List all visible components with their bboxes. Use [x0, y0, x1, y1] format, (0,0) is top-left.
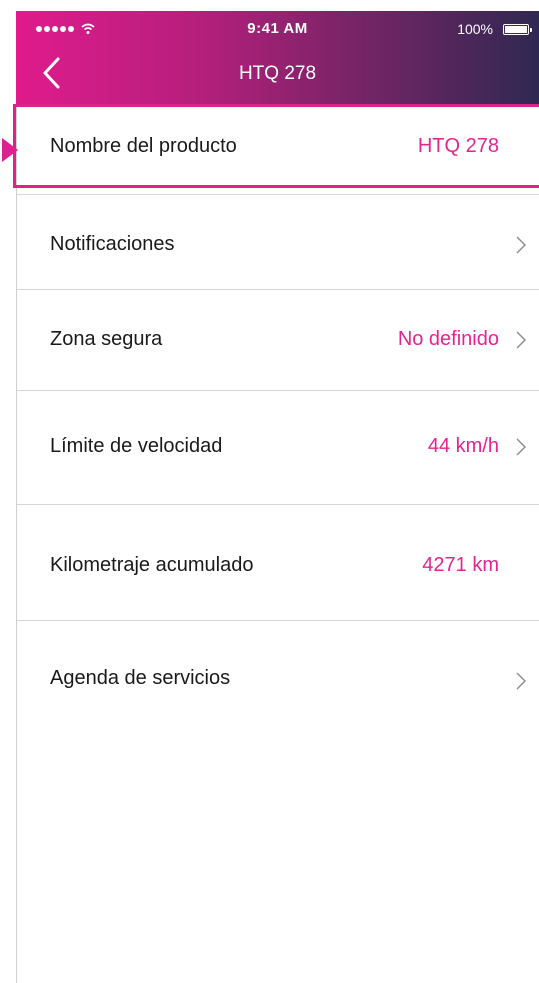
setting-row-speed-limit[interactable]: Límite de velocidad 44 km/h [17, 391, 539, 505]
setting-row-mileage: Kilometraje acumulado 4271 km [17, 505, 539, 621]
selection-pointer-icon [2, 138, 18, 162]
battery-icon [503, 24, 532, 35]
chevron-right-icon [516, 438, 526, 456]
nav-header: 9:41 AM 100% HTQ 278 [16, 11, 539, 105]
status-bar: 9:41 AM 100% [16, 11, 539, 49]
setting-label: Límite de velocidad [50, 435, 223, 457]
setting-value: 4271 km [422, 554, 499, 576]
setting-label: Notificaciones [50, 233, 175, 255]
chevron-right-icon [516, 236, 526, 254]
chevron-right-icon [516, 672, 526, 690]
setting-row-safe-zone[interactable]: Zona segura No definido [17, 290, 539, 391]
setting-label: Kilometraje acumulado [50, 554, 254, 576]
battery-percent: 100% [457, 21, 493, 37]
chevron-right-icon [516, 331, 526, 349]
setting-label: Zona segura [50, 328, 163, 350]
selection-highlight [13, 104, 539, 188]
settings-screen: 9:41 AM 100% HTQ 278 Nombre del producto… [0, 0, 539, 983]
setting-label: Agenda de servicios [50, 667, 231, 689]
setting-row-notifications[interactable]: Notificaciones [17, 195, 539, 290]
setting-row-service-schedule[interactable]: Agenda de servicios [17, 621, 539, 741]
page-title: HTQ 278 [238, 63, 317, 84]
setting-value: 44 km/h [427, 435, 499, 457]
setting-value: No definido [397, 328, 499, 350]
